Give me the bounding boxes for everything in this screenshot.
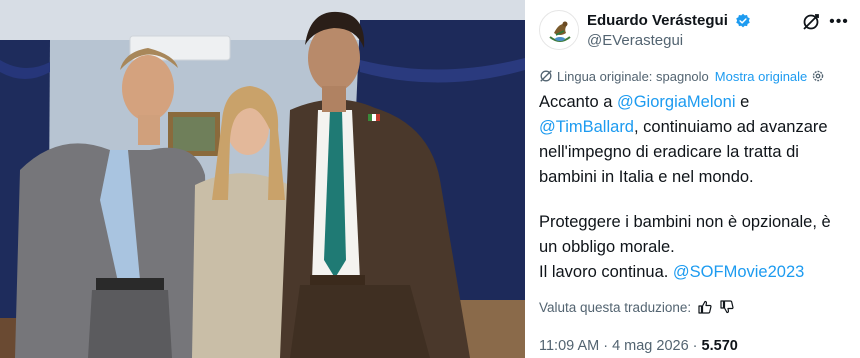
tweet-photo[interactable]: [0, 0, 525, 358]
thumbs-down-icon[interactable]: [719, 299, 735, 315]
translate-icon: [540, 70, 552, 82]
author-names: Eduardo Verástegui @EVerastegui: [587, 12, 751, 51]
tweet-text-segment: Il lavoro continua.: [539, 263, 673, 281]
mexican-coat-of-arms-icon: [541, 12, 578, 49]
original-language-label: Lingua originale: spagnolo: [557, 69, 709, 84]
translation-bar: Lingua originale: spagnolo Mostra origina…: [539, 67, 825, 87]
tweet-text-segment: Accanto a: [539, 93, 617, 111]
tweet-header: Eduardo Verástegui @EVerastegui •••: [539, 8, 849, 52]
mention-giorgiameloni[interactable]: @GiorgiaMeloni: [617, 93, 736, 111]
author-handle[interactable]: @EVerastegui: [587, 31, 751, 51]
tweet-paragraph-2: Proteggere i bambini non è opzionale, è …: [539, 213, 831, 256]
rate-translation-row: Valuta questa traduzione:: [539, 298, 735, 318]
tweet-paragraph-3: Il lavoro continua. @SOFMovie2023: [539, 260, 851, 285]
tweet-meta: 11:09 AM · 4 mag 2026 · 5.570: [539, 336, 738, 356]
verified-badge-icon: [736, 13, 751, 28]
view-count: 5.570: [701, 338, 738, 354]
tweet-panel: Eduardo Verástegui @EVerastegui ••• Ling…: [525, 0, 860, 358]
tweet-body: Accanto a @GiorgiaMeloni e @TimBallard, c…: [539, 90, 851, 285]
tweet-paragraph-1: Accanto a @GiorgiaMeloni e @TimBallard, c…: [539, 90, 851, 190]
author-display-name[interactable]: Eduardo Verástegui: [587, 12, 728, 30]
avatar[interactable]: [539, 10, 579, 50]
tweet-text-segment: e: [735, 93, 750, 111]
show-original-link[interactable]: Mostra originale: [715, 69, 808, 84]
rate-translation-label: Valuta questa traduzione:: [539, 300, 692, 315]
more-options-icon[interactable]: •••: [829, 12, 849, 32]
grok-icon[interactable]: [801, 12, 821, 32]
tweet-timestamp[interactable]: 11:09 AM · 4 mag 2026 ·: [539, 338, 702, 354]
mention-timballard[interactable]: @TimBallard: [539, 118, 634, 136]
mention-sofmovie2023[interactable]: @SOFMovie2023: [673, 263, 804, 281]
photo-illustration: [0, 0, 525, 358]
thumbs-up-icon[interactable]: [697, 299, 713, 315]
gear-icon[interactable]: [811, 69, 825, 83]
